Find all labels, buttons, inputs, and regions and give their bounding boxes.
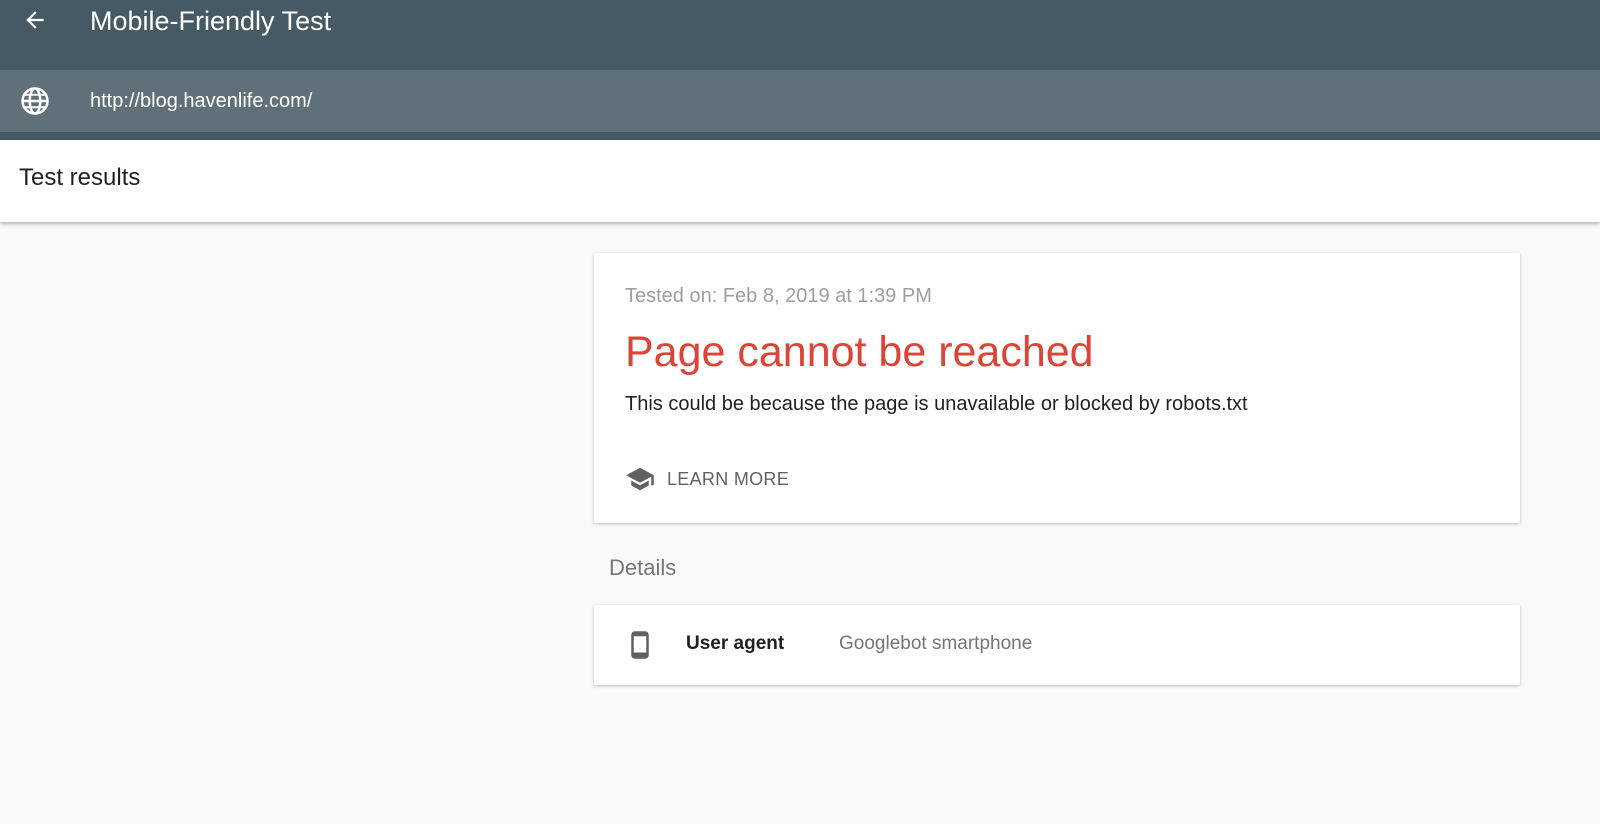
- learn-more-button[interactable]: LEARN MORE: [625, 461, 789, 497]
- learn-more-label: LEARN MORE: [667, 468, 790, 489]
- graduation-cap-icon: [626, 467, 654, 491]
- status-title: Page cannot be reached: [625, 328, 1094, 376]
- smartphone-icon: [631, 631, 649, 659]
- tested-on-timestamp: Tested on: Feb 8, 2019 at 1:39 PM: [625, 285, 932, 307]
- arrow-back-icon: [26, 11, 44, 29]
- back-button[interactable]: [20, 5, 50, 35]
- user-agent-label: User agent: [686, 633, 785, 654]
- details-heading: Details: [609, 555, 677, 580]
- result-card: Tested on: Feb 8, 2019 at 1:39 PM Page c…: [594, 253, 1520, 523]
- status-description: This could be because the page is unavai…: [625, 393, 1248, 415]
- top-app-bar: Mobile-Friendly Test: [0, 0, 1600, 70]
- results-header: Test results: [0, 140, 1600, 222]
- user-agent-value: Googlebot smartphone: [839, 633, 1033, 654]
- details-card: User agent Googlebot smartphone: [594, 605, 1520, 685]
- url-input[interactable]: [90, 84, 890, 118]
- app-title: Mobile-Friendly Test: [90, 6, 332, 36]
- url-bar-divider: [0, 132, 1600, 140]
- results-title: Test results: [19, 164, 141, 191]
- globe-icon: [21, 87, 49, 115]
